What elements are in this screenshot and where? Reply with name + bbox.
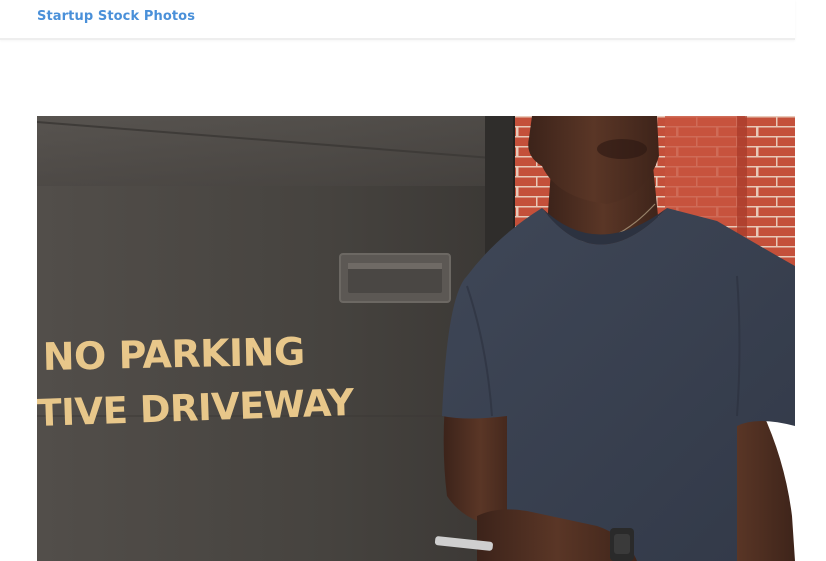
sign-line-1: NO PARKING [42, 330, 305, 379]
photo-illustration: NO PARKING TIVE DRIVEWAY [37, 116, 795, 561]
mail-slot [339, 253, 451, 303]
hero-photo: NO PARKING TIVE DRIVEWAY [37, 116, 795, 561]
page: Startup Stock Photos NO PARKING TIVE DRI… [0, 0, 826, 561]
site-header: Startup Stock Photos [0, 0, 795, 40]
site-title-link[interactable]: Startup Stock Photos [37, 9, 195, 24]
